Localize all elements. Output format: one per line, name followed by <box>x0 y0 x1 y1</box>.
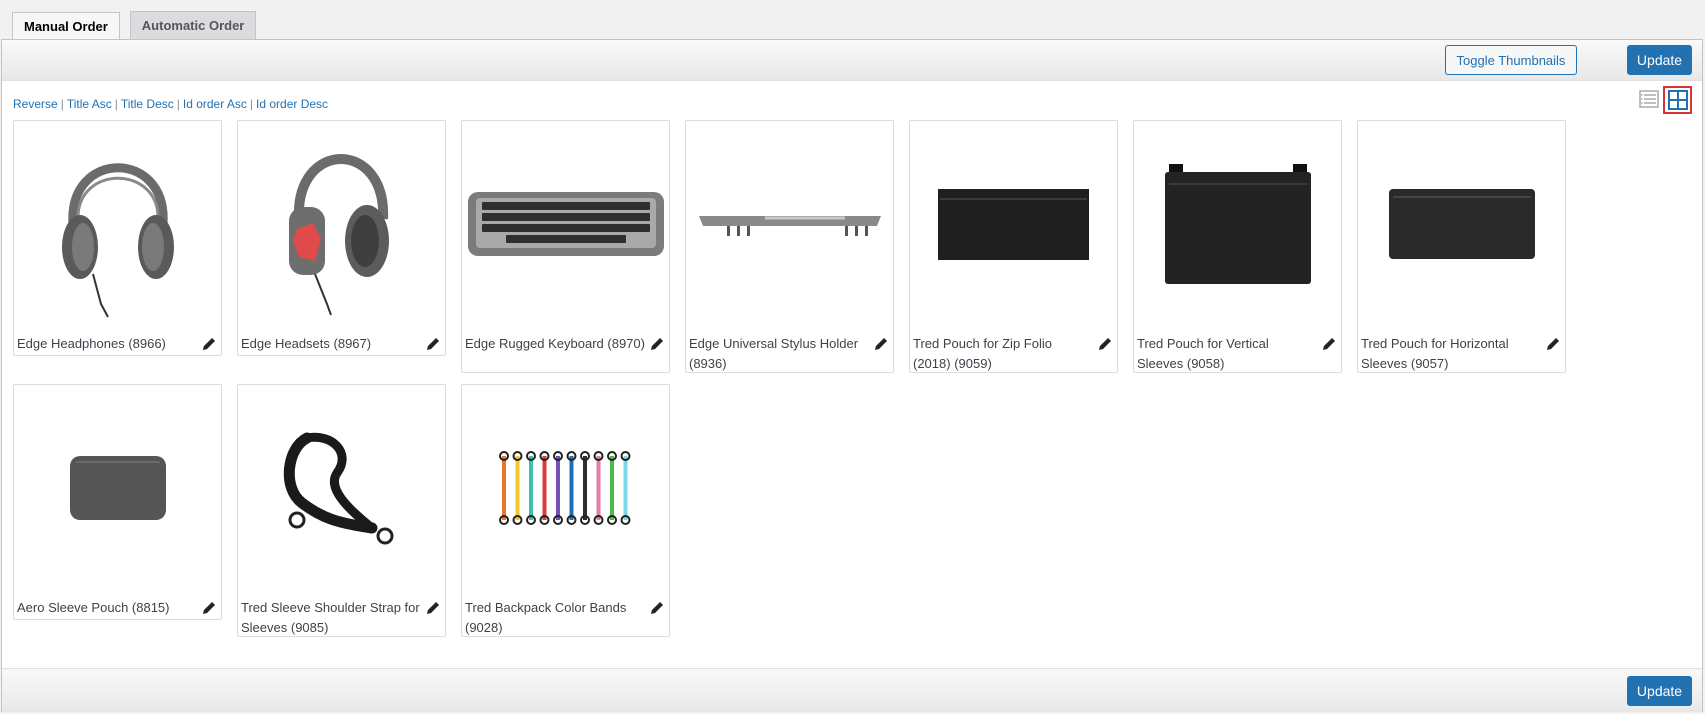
product-title: Edge Headsets (8967) <box>241 336 372 351</box>
product-card[interactable]: Edge Headphones (8966) <box>13 120 222 356</box>
edit-pencil-icon[interactable] <box>1321 336 1337 352</box>
separator: | <box>249 97 254 111</box>
product-card[interactable]: Tred Pouch for Vertical Sleeves (9058) <box>1133 120 1342 373</box>
sort-id-asc-link[interactable]: Id order Asc <box>183 97 247 111</box>
product-card[interactable]: Tred Pouch for Zip Folio (2018) (9059) <box>909 120 1118 373</box>
edit-pencil-icon[interactable] <box>873 336 889 352</box>
grid-view-icon[interactable] <box>1663 86 1692 114</box>
product-title: Aero Sleeve Pouch (8815) <box>17 600 170 615</box>
separator: | <box>114 97 118 111</box>
product-title: Edge Headphones (8966) <box>17 336 166 351</box>
color-band <box>593 451 603 525</box>
tab-automatic-order[interactable]: Automatic Order <box>129 11 257 39</box>
update-button-top[interactable]: Update <box>1627 45 1692 75</box>
separator: | <box>176 97 180 111</box>
product-thumbnail-pouch-zip <box>910 121 1117 327</box>
edit-pencil-icon[interactable] <box>1545 336 1561 352</box>
separator: | <box>60 97 64 111</box>
product-title: Tred Pouch for Horizontal Sleeves (9057) <box>1361 336 1509 371</box>
sort-title-asc-link[interactable]: Title Asc <box>67 97 112 111</box>
product-title: Tred Pouch for Vertical Sleeves (9058) <box>1137 336 1269 371</box>
product-title: Tred Pouch for Zip Folio (2018) (9059) <box>913 336 1052 371</box>
color-band <box>552 451 563 525</box>
edit-pencil-icon[interactable] <box>425 336 441 352</box>
product-thumbnail-aero-pouch <box>14 385 221 591</box>
color-band <box>498 451 509 525</box>
product-card[interactable]: Edge Headsets (8967) <box>237 120 446 356</box>
color-band <box>525 451 536 525</box>
tab-manual-order[interactable]: Manual Order <box>12 12 120 40</box>
product-title: Edge Rugged Keyboard (8970) <box>465 336 645 351</box>
edit-pencil-icon[interactable] <box>649 336 665 352</box>
product-title: Edge Universal Stylus Holder (8936) <box>689 336 859 371</box>
sort-title-desc-link[interactable]: Title Desc <box>121 97 174 111</box>
edit-pencil-icon[interactable] <box>201 600 217 616</box>
product-card[interactable]: Tred Backpack Color Bands (9028) <box>461 384 670 637</box>
color-band <box>606 451 617 525</box>
product-thumbnail-headset <box>238 121 445 327</box>
product-card[interactable]: Aero Sleeve Pouch (8815) <box>13 384 222 620</box>
color-band <box>579 451 590 525</box>
top-toolbar: Toggle Thumbnails Update <box>2 40 1702 81</box>
update-button-bottom[interactable]: Update <box>1627 676 1692 706</box>
list-view-icon[interactable] <box>1639 89 1659 109</box>
color-band <box>539 451 549 525</box>
edit-pencil-icon[interactable] <box>425 600 441 616</box>
product-card[interactable]: Tred Pouch for Horizontal Sleeves (9057) <box>1357 120 1566 373</box>
color-band <box>620 451 630 525</box>
sort-links: Reverse | Title Asc | Title Desc | Id order As… <box>13 97 328 111</box>
product-card[interactable]: Tred Sleeve Shoulder Strap for Sleeves (… <box>237 384 446 637</box>
sort-id-desc-link[interactable]: Id order Desc <box>256 97 328 111</box>
color-band <box>512 451 522 525</box>
product-card[interactable]: Edge Rugged Keyboard (8970) <box>461 120 670 373</box>
product-thumbnail-headphones <box>14 121 221 327</box>
edit-pencil-icon[interactable] <box>1097 336 1113 352</box>
toggle-thumbnails-button[interactable]: Toggle Thumbnails <box>1445 45 1577 75</box>
product-title: Tred Backpack Color Bands (9028) <box>465 600 627 635</box>
product-thumbnail-stylus-holder <box>686 121 893 327</box>
color-band <box>566 451 576 525</box>
sort-reverse-link[interactable]: Reverse <box>13 97 58 111</box>
product-thumbnail-shoulder-strap <box>238 385 445 591</box>
product-thumbnail-keyboard <box>462 121 669 327</box>
product-title: Tred Sleeve Shoulder Strap for Sleeves (… <box>241 600 420 635</box>
product-thumbnail-pouch-horizontal <box>1358 121 1565 327</box>
product-card[interactable]: Edge Universal Stylus Holder (8936) <box>685 120 894 373</box>
edit-pencil-icon[interactable] <box>649 600 665 616</box>
reorder-panel: Toggle Thumbnails Update Reverse | Title A… <box>1 39 1703 712</box>
product-thumbnail-color-bands <box>462 385 669 591</box>
bottom-toolbar: Update <box>2 668 1702 712</box>
order-tabs: Manual Order Automatic Order <box>12 11 257 40</box>
product-thumbnail-pouch-vertical <box>1134 121 1341 327</box>
edit-pencil-icon[interactable] <box>201 336 217 352</box>
